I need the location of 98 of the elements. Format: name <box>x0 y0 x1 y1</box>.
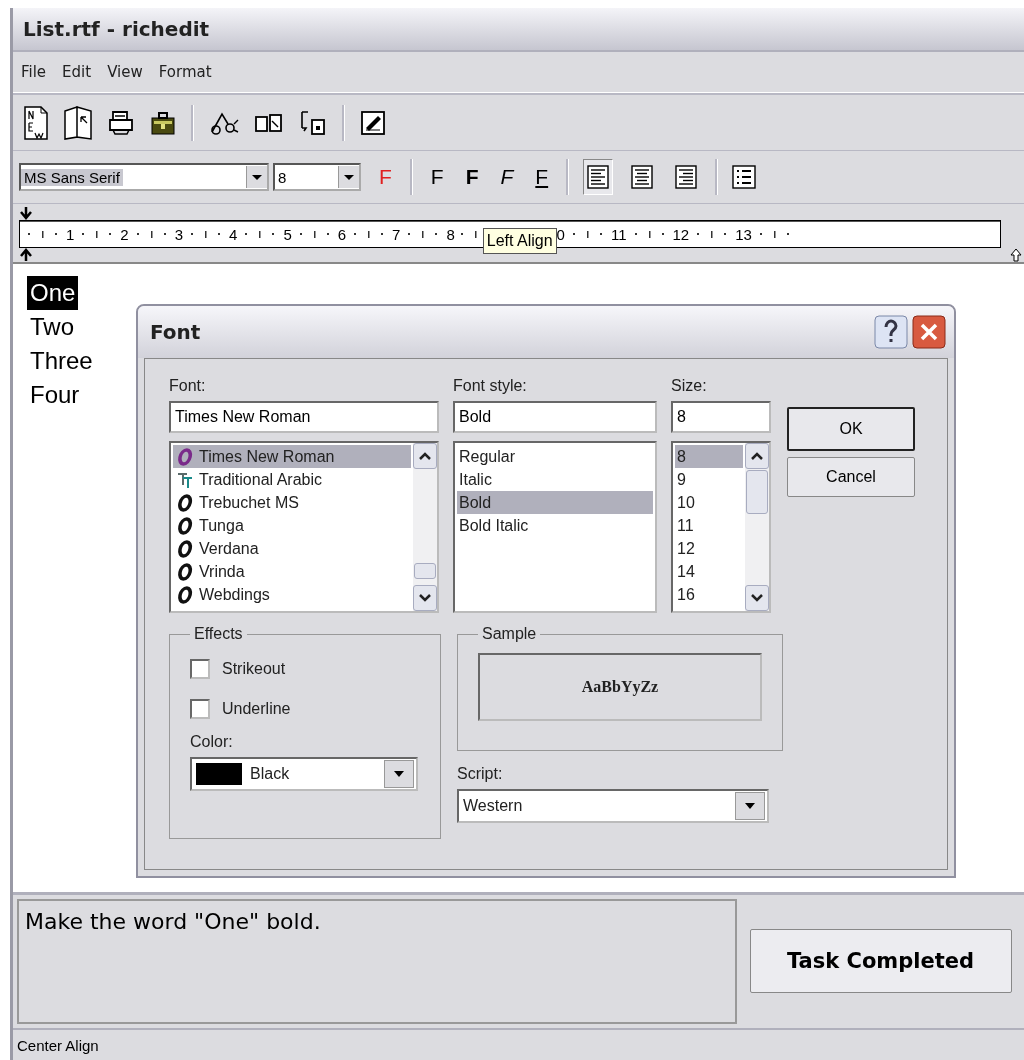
align-button[interactable] <box>583 159 614 196</box>
field-label: Font style: <box>453 377 528 397</box>
menu-item[interactable]: Format <box>158 62 212 81</box>
scroll-down-icon[interactable] <box>750 593 764 604</box>
font-name-combo[interactable]: MS Sans Serif <box>19 163 269 192</box>
ruler-number: 3 <box>174 225 184 243</box>
task-completed-button[interactable]: Task Completed <box>749 929 1012 994</box>
menu-item[interactable]: View <box>107 62 143 81</box>
color-combo[interactable]: Black <box>190 757 418 792</box>
ruler-number: 8 <box>446 225 455 243</box>
scroll-up-icon[interactable] <box>418 451 432 462</box>
text-style-button[interactable]: F <box>531 165 553 190</box>
ruler-number: 13 <box>735 225 752 243</box>
font-type-icon <box>177 516 193 535</box>
font-list-item[interactable]: Traditional Arabic <box>173 468 411 492</box>
text-style-button[interactable]: F <box>496 165 518 190</box>
font-list-item[interactable]: Vrinda <box>173 560 411 584</box>
field-label: Script: <box>457 765 504 785</box>
dialog-title: Font <box>150 320 201 345</box>
text-style-button[interactable]: F <box>426 165 448 190</box>
size-item[interactable]: 8 <box>675 445 743 469</box>
text-style-button[interactable]: F <box>461 165 483 190</box>
sample-preview: AaBbYyZz <box>478 653 762 722</box>
ruler-number: 5 <box>283 225 292 243</box>
font-type-icon <box>177 447 193 466</box>
task-instruction: Make the word "One" bold. <box>17 898 737 1025</box>
group-title: Effects <box>193 625 244 644</box>
size-item[interactable]: 11 <box>675 514 743 538</box>
document-text: One <box>27 276 79 311</box>
ruler-number: 1 <box>66 225 75 243</box>
scroll-down-icon[interactable] <box>418 593 432 604</box>
size-item[interactable]: 16 <box>675 583 743 607</box>
font-list-item[interactable]: Verdana <box>173 537 411 561</box>
checkbox-label: Strikeout <box>222 660 286 679</box>
font-type-icon <box>177 539 193 558</box>
ruler-number: 4 <box>229 225 238 243</box>
size-field[interactable]: 8 <box>671 401 771 434</box>
font-type-icon <box>177 470 193 489</box>
font-list[interactable]: Times New Roman Traditional Arabic Trebuchet MS Tunga Verdana Vrinda Webdings <box>169 441 439 614</box>
group-title: Sample <box>481 625 538 644</box>
font-type-icon <box>177 585 193 604</box>
ruler-number: 11 <box>610 225 627 243</box>
ruler-number: 0 <box>556 225 565 243</box>
font-field[interactable]: Times New Roman <box>169 401 439 434</box>
script-combo[interactable]: Western <box>457 789 769 824</box>
tooltip: Left Align <box>482 228 557 255</box>
window-title: List.rtf - richedit <box>23 16 210 41</box>
font-style-list[interactable]: Regular Italic Bold Bold Italic <box>453 441 657 614</box>
menu-item[interactable]: File <box>21 62 47 81</box>
close-button[interactable] <box>912 315 946 350</box>
ruler-number: 12 <box>672 225 690 243</box>
indent-marker-icon[interactable] <box>19 248 33 263</box>
size-item[interactable]: 9 <box>675 468 743 492</box>
font-type-icon <box>177 562 193 581</box>
edit-picture-icon[interactable] <box>359 108 387 137</box>
scroll-thumb[interactable] <box>746 470 768 515</box>
font-style-item[interactable]: Bold Italic <box>457 514 653 538</box>
dialog-button[interactable]: OK <box>787 407 915 452</box>
up-arrow-icon[interactable] <box>1010 248 1022 263</box>
menu-item[interactable]: Edit <box>62 62 92 81</box>
font-list-item[interactable]: Tunga <box>173 514 411 538</box>
size-item[interactable]: 12 <box>675 537 743 561</box>
scrollbar[interactable] <box>745 443 769 612</box>
field-label: Size: <box>671 377 708 397</box>
document-text: Three <box>29 346 94 377</box>
size-item[interactable]: 14 <box>675 560 743 584</box>
help-button[interactable] <box>874 315 908 350</box>
font-style-item[interactable]: Bold <box>457 491 653 515</box>
font-list-item[interactable]: Trebuchet MS <box>173 491 411 515</box>
field-label: Color: <box>190 733 234 753</box>
size-list[interactable]: 8 9 10 11 12 14 16 <box>671 441 771 614</box>
font-list-item[interactable]: Webdings <box>173 583 411 607</box>
new-document-icon[interactable] <box>23 104 49 141</box>
font-style-field[interactable]: Bold <box>453 401 657 434</box>
scroll-up-icon[interactable] <box>750 451 764 462</box>
scrollbar[interactable] <box>413 443 437 612</box>
scroll-thumb[interactable] <box>414 563 436 580</box>
document-text: Two <box>29 312 75 343</box>
checkbox-label: Underline <box>222 700 291 719</box>
ruler-number: 2 <box>120 225 129 243</box>
font-type-icon <box>177 493 193 512</box>
ruler-number: 6 <box>337 225 347 243</box>
field-label: Font: <box>169 377 207 397</box>
checkbox[interactable] <box>190 699 210 720</box>
document-text: Four <box>29 380 81 411</box>
font-style-item[interactable]: Regular <box>457 445 653 469</box>
dialog-button[interactable]: Cancel <box>787 457 915 498</box>
font-list-item[interactable]: Times New Roman <box>173 445 411 469</box>
bullet-list-icon[interactable] <box>732 165 757 190</box>
ruler-number: 7 <box>392 225 401 243</box>
status-text: Center Align <box>17 1036 99 1054</box>
font-size-combo[interactable]: 8 <box>273 163 361 192</box>
size-item[interactable]: 10 <box>675 491 743 515</box>
indent-marker-icon[interactable] <box>19 206 33 221</box>
document-area[interactable] <box>13 262 1024 892</box>
checkbox[interactable] <box>190 659 210 680</box>
font-style-item[interactable]: Italic <box>457 468 653 492</box>
book-icon[interactable] <box>63 104 93 141</box>
